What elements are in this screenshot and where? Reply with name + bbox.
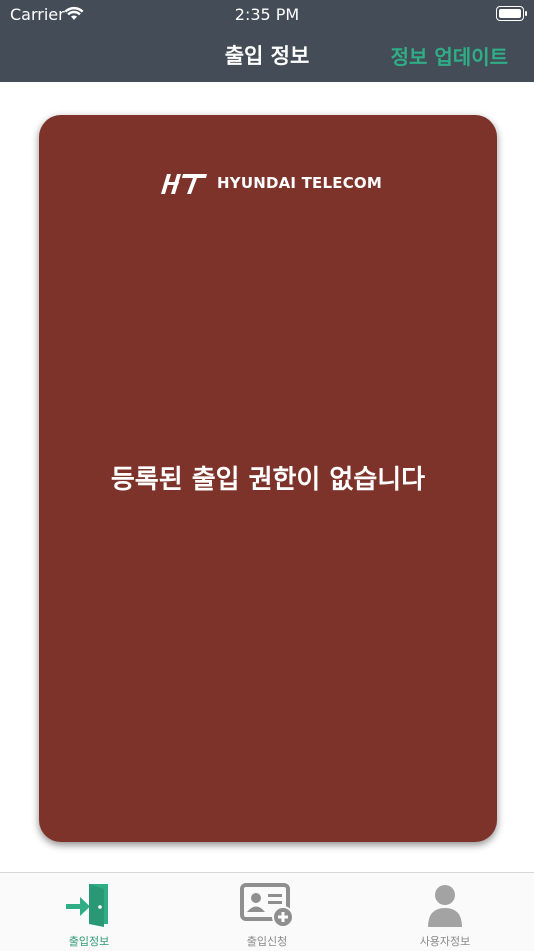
battery-icon — [496, 6, 527, 21]
tab-label: 출입정보 — [68, 935, 110, 948]
tab-label: 출입신청 — [246, 935, 288, 948]
update-info-button[interactable]: 정보 업데이트 — [391, 41, 508, 70]
tab-bar: 출입정보 출입신청 사용자정보 — [0, 872, 534, 951]
tab-label: 사용자정보 — [419, 935, 471, 948]
access-card: HYUNDAI TELECOM 등록된 출입 권한이 없습니다 — [39, 115, 497, 842]
logo-text: HYUNDAI TELECOM — [217, 174, 382, 192]
tab-access-info[interactable]: 출입정보 — [0, 873, 178, 951]
tab-access-request[interactable]: 출입신청 — [178, 873, 356, 951]
company-logo: HYUNDAI TELECOM — [161, 170, 382, 196]
user-icon — [428, 885, 462, 927]
id-card-add-icon — [240, 883, 294, 928]
no-access-message: 등록된 출입 권한이 없습니다 — [110, 465, 426, 495]
tab-user-info[interactable]: 사용자정보 — [356, 873, 534, 951]
door-enter-icon — [66, 884, 108, 927]
status-time: 2:35 PM — [234, 5, 300, 24]
ht-logo-icon — [161, 174, 207, 194]
top-bar: Carrier 2:35 PM 출입 정보 정보 업데이트 — [0, 0, 534, 82]
